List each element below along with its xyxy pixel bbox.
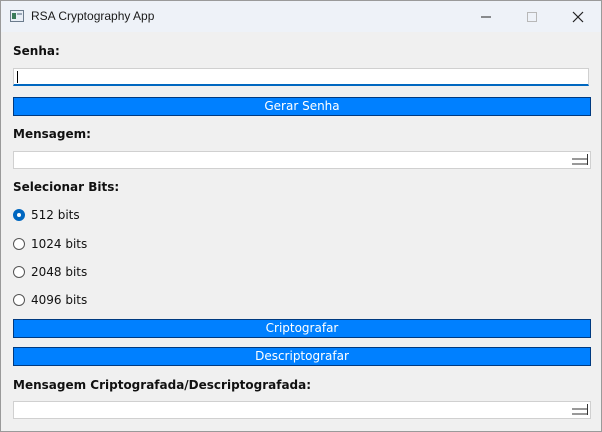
bits-label: Selecionar Bits: bbox=[13, 180, 120, 194]
mensagem-label: Mensagem: bbox=[13, 127, 91, 141]
resize-grip-icon[interactable] bbox=[572, 404, 588, 416]
radio-512-bits[interactable]: 512 bits bbox=[13, 208, 80, 222]
radio-selected-icon[interactable] bbox=[13, 209, 25, 221]
radio-1024-bits[interactable]: 1024 bits bbox=[13, 237, 87, 251]
close-icon bbox=[572, 11, 584, 22]
radio-unselected-icon[interactable] bbox=[13, 266, 25, 278]
radio-label: 4096 bits bbox=[31, 293, 88, 307]
radio-unselected-icon[interactable] bbox=[13, 294, 25, 306]
radio-unselected-icon[interactable] bbox=[13, 238, 25, 250]
close-button[interactable] bbox=[555, 1, 601, 32]
minimize-icon bbox=[481, 16, 491, 17]
resultado-textarea[interactable] bbox=[13, 401, 591, 419]
resultado-label: Mensagem Criptografada/Descriptografada: bbox=[13, 378, 312, 392]
title-bar[interactable]: RSA Cryptography App bbox=[1, 1, 601, 32]
maximize-button[interactable] bbox=[509, 1, 555, 32]
main-form: Senha: Gerar Senha Mensagem: Selecionar … bbox=[1, 32, 601, 431]
descriptografar-button[interactable]: Descriptografar bbox=[13, 347, 591, 366]
gerar-senha-button[interactable]: Gerar Senha bbox=[13, 97, 591, 116]
senha-input[interactable] bbox=[13, 68, 589, 86]
window-title: RSA Cryptography App bbox=[31, 9, 155, 23]
text-caret bbox=[17, 71, 18, 83]
senha-label: Senha: bbox=[13, 44, 60, 58]
mensagem-textarea[interactable] bbox=[13, 151, 591, 169]
criptografar-button[interactable]: Criptografar bbox=[13, 319, 591, 338]
app-window: RSA Cryptography App Senha: Gerar Senha … bbox=[0, 0, 602, 432]
radio-label: 512 bits bbox=[31, 208, 80, 222]
resize-grip-icon[interactable] bbox=[572, 154, 588, 166]
radio-label: 1024 bits bbox=[31, 237, 88, 251]
window-app-icon bbox=[10, 10, 24, 22]
radio-4096-bits[interactable]: 4096 bits bbox=[13, 293, 87, 307]
maximize-icon bbox=[527, 11, 537, 22]
radio-2048-bits[interactable]: 2048 bits bbox=[13, 265, 87, 279]
minimize-button[interactable] bbox=[463, 1, 509, 32]
radio-label: 2048 bits bbox=[31, 265, 88, 279]
